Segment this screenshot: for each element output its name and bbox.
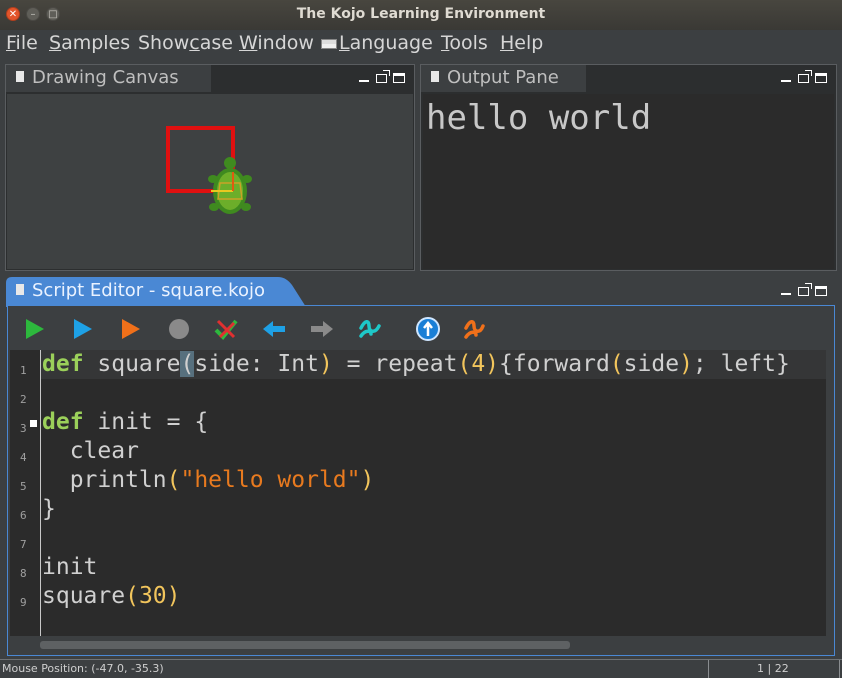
tab-label: Output Pane — [447, 67, 559, 88]
document-icon — [16, 283, 24, 295]
maximize-icon[interactable] — [815, 286, 827, 296]
document-icon — [431, 70, 439, 82]
window-title: The Kojo Learning Environment — [296, 6, 546, 22]
horizontal-scrollbar[interactable] — [40, 641, 570, 649]
run-worksheet-icon[interactable] — [70, 316, 96, 342]
stop-icon[interactable] — [166, 316, 192, 342]
redo-icon[interactable] — [309, 316, 335, 342]
editor-window-controls — [780, 283, 827, 296]
output-window-controls — [780, 70, 827, 83]
line-number: 4 — [20, 451, 27, 464]
code-editor[interactable]: 1 2 3 4 5 6 7 8 9 def square(side: Int) … — [10, 350, 826, 636]
restore-icon[interactable] — [376, 70, 390, 83]
menu-showcase[interactable]: Showcase — [138, 32, 233, 54]
status-bar: Mouse Position: (-47.0, -35.3) 1 | 22 — [0, 659, 842, 678]
format-icon[interactable] — [357, 316, 383, 342]
document-icon — [16, 70, 24, 82]
line-number: 9 — [20, 596, 27, 609]
language-flag-icon — [321, 38, 337, 49]
drawing-canvas[interactable] — [7, 94, 413, 269]
code-line: square(30) — [42, 583, 181, 609]
menu-bar: File Samples Showcase Window Language To… — [0, 30, 842, 56]
minimize-icon[interactable] — [358, 72, 370, 83]
menu-language[interactable]: Language — [321, 32, 433, 54]
line-number: 7 — [20, 538, 27, 551]
menu-tools[interactable]: Tools — [441, 32, 488, 54]
turtle-icon — [208, 157, 252, 214]
status-divider — [708, 660, 709, 678]
tab-script-editor[interactable]: Script Editor - square.kojo — [6, 278, 296, 305]
menu-file[interactable]: File — [6, 32, 38, 54]
output-text-area[interactable]: hello world — [423, 94, 834, 269]
tab-drawing-canvas[interactable]: Drawing Canvas — [6, 65, 211, 92]
status-divider — [839, 660, 840, 678]
fold-icon[interactable] — [30, 420, 37, 427]
clear-output-icon[interactable] — [461, 316, 487, 342]
script-editor-panel: 1 2 3 4 5 6 7 8 9 def square(side: Int) … — [7, 305, 835, 656]
restore-icon[interactable] — [798, 283, 812, 296]
undo-icon[interactable] — [261, 316, 287, 342]
title-bar: ✕ – □ The Kojo Learning Environment — [0, 0, 842, 30]
canvas-svg — [166, 126, 252, 214]
mouse-position: Mouse Position: (-47.0, -35.3) — [2, 662, 164, 675]
line-number: 6 — [20, 509, 27, 522]
editor-toolbar — [8, 306, 834, 350]
code-line: clear — [42, 438, 139, 464]
tab-output-pane[interactable]: Output Pane — [421, 65, 586, 92]
line-number: 2 — [20, 393, 27, 406]
maximize-icon[interactable] — [393, 73, 405, 83]
code-line: def init = { — [42, 409, 209, 435]
minimize-icon[interactable] — [780, 72, 792, 83]
code-line: init — [42, 554, 98, 580]
code-line: def square(side: Int) = repeat(4){forwar… — [42, 351, 790, 377]
menu-window[interactable]: Window — [239, 32, 314, 54]
canvas-window-controls — [358, 70, 405, 83]
output-text: hello world — [426, 98, 652, 138]
gutter-divider — [40, 350, 41, 636]
minimize-icon[interactable] — [780, 285, 792, 296]
line-number: 8 — [20, 567, 27, 580]
menu-help[interactable]: Help — [500, 32, 543, 54]
help-icon[interactable] — [415, 316, 441, 342]
menu-samples[interactable]: Samples — [49, 32, 130, 54]
cursor-position: 1 | 22 — [757, 662, 789, 675]
check-clear-icon[interactable] — [213, 316, 239, 342]
tab-label: Script Editor - square.kojo — [32, 280, 265, 301]
line-number: 1 — [20, 364, 27, 377]
restore-icon[interactable] — [798, 70, 812, 83]
trace-icon[interactable] — [118, 316, 144, 342]
code-line: } — [42, 496, 56, 522]
tab-label: Drawing Canvas — [32, 67, 179, 88]
code-line: println("hello world") — [42, 467, 375, 493]
maximize-icon[interactable] — [815, 73, 827, 83]
line-number: 5 — [20, 480, 27, 493]
run-icon[interactable] — [22, 316, 48, 342]
line-number: 3 — [20, 422, 27, 435]
